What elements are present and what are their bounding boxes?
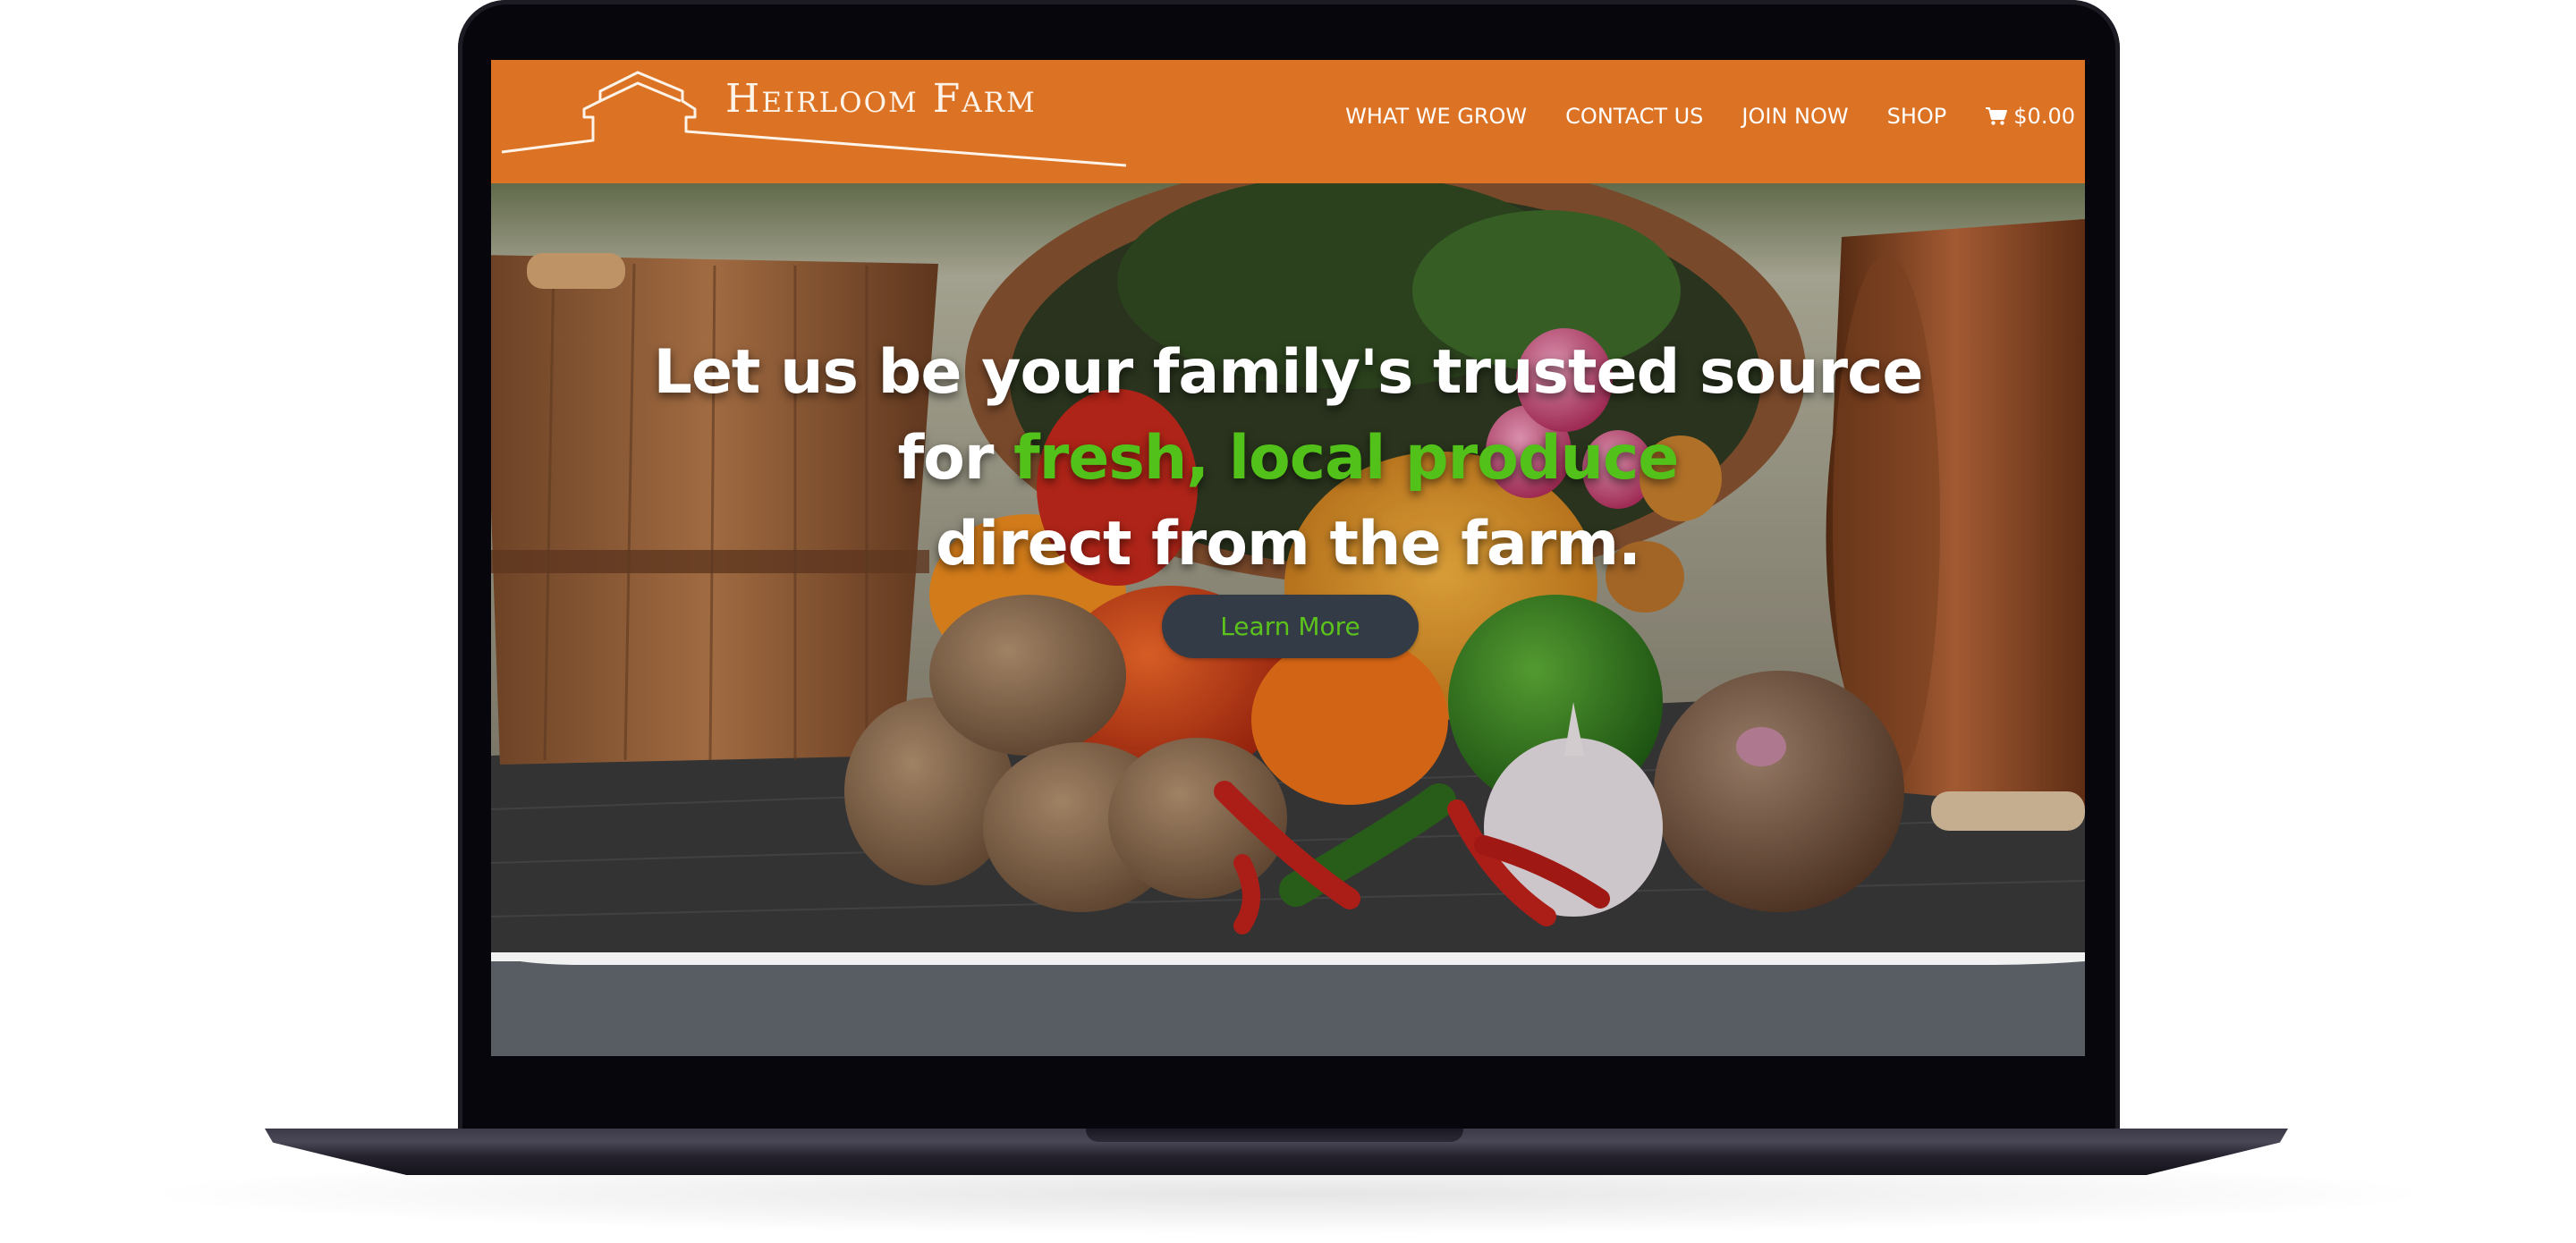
hero-section: Let us be your family's trusted source f… <box>491 183 2085 952</box>
hero-heading-line-2-prefix: for <box>897 422 1014 494</box>
site-header: Heirloom Farm WHAT WE GROW CONTACT US JO… <box>491 60 2085 183</box>
laptop-hinge-notch <box>1086 1129 1463 1142</box>
cart-total: $0.00 <box>2013 104 2075 129</box>
nav-join-now[interactable]: JOIN NOW <box>1741 104 1848 129</box>
learn-more-button[interactable]: Learn More <box>1162 595 1419 658</box>
site-logo[interactable]: Heirloom Farm <box>491 60 1135 183</box>
nav-shop[interactable]: SHOP <box>1887 104 1947 129</box>
hero-heading-line-2: for fresh, local produce <box>491 416 2085 502</box>
main-nav: WHAT WE GROW CONTACT US JOIN NOW SHOP $0… <box>1345 94 2075 139</box>
cart-link[interactable]: $0.00 <box>1985 104 2075 129</box>
hero-bottom-divider <box>491 952 2085 965</box>
cart-icon <box>1986 107 2008 125</box>
hero-heading: Let us be your family's trusted source f… <box>491 330 2085 588</box>
laptop-screen: Heirloom Farm WHAT WE GROW CONTACT US JO… <box>491 60 2085 1056</box>
hero-heading-highlight: fresh, local produce <box>1013 422 1679 494</box>
nav-what-we-grow[interactable]: WHAT WE GROW <box>1345 104 1527 129</box>
hero-heading-line-1: Let us be your family's trusted source <box>653 336 1923 408</box>
hero-heading-line-3: direct from the farm. <box>936 508 1641 579</box>
logo-text: Heirloom Farm <box>725 76 1037 122</box>
nav-contact-us[interactable]: CONTACT US <box>1565 104 1703 129</box>
